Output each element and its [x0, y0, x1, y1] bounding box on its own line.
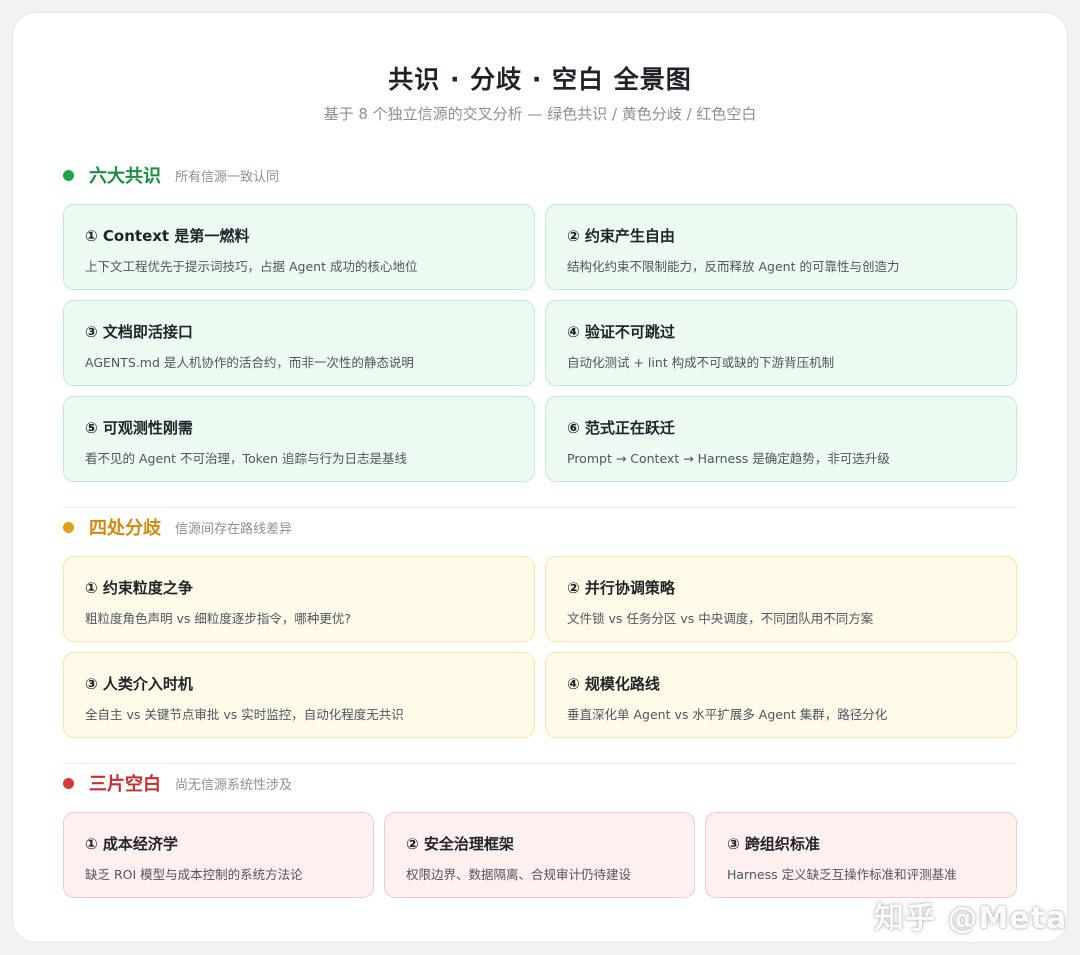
- divergence-card-title: ② 并行协调策略: [567, 579, 675, 597]
- gaps-title: 三片空白: [89, 774, 161, 795]
- consensus-card-title: ④ 验证不可跳过: [567, 323, 675, 341]
- consensus-card-title: ① Context 是第一燃料: [85, 227, 250, 245]
- divergence-card-desc: 全自主 vs 关键节点审批 vs 实时监控，自动化程度无共识: [85, 707, 404, 722]
- consensus-card-desc: 上下文工程优先于提示词技巧，占据 Agent 成功的核心地位: [85, 259, 418, 274]
- gap-card-title: ② 安全治理框架: [406, 835, 514, 853]
- red-dot-icon: [63, 777, 74, 789]
- consensus-card-title: ⑥ 范式正在跃迁: [567, 419, 675, 437]
- gap-card-title: ① 成本经济学: [85, 835, 178, 853]
- gap-card-desc: 缺乏 ROI 模型与成本控制的系统方法论: [85, 867, 303, 882]
- consensus-card-5: ⑤ 可观测性刚需 看不见的 Agent 不可治理，Token 追踪与行为日志是基…: [63, 396, 535, 482]
- consensus-card-4: ④ 验证不可跳过 自动化测试 + lint 构成不可或缺的下游背压机制: [545, 300, 1017, 386]
- watermark: 知乎 @Meta: [874, 901, 1068, 936]
- consensus-card-title: ② 约束产生自由: [567, 227, 675, 245]
- consensus-card-title: ③ 文档即活接口: [85, 323, 193, 341]
- consensus-section-header: 六大共识 所有信源一致认同: [63, 163, 279, 187]
- consensus-title: 六大共识: [89, 166, 161, 187]
- gap-card-desc: 权限边界、数据隔离、合规审计仍待建设: [406, 867, 632, 882]
- consensus-card-desc: 看不见的 Agent 不可治理，Token 追踪与行为日志是基线: [85, 451, 407, 466]
- divergence-card-2: ② 并行协调策略 文件锁 vs 任务分区 vs 中央调度，不同团队用不同方案: [545, 556, 1017, 642]
- divergence-section-header: 四处分歧 信源间存在路线差异: [63, 515, 292, 539]
- yellow-dot-icon: [63, 521, 74, 533]
- section-divider: [63, 763, 1017, 764]
- green-dot-icon: [63, 169, 74, 181]
- divergence-card-desc: 文件锁 vs 任务分区 vs 中央调度，不同团队用不同方案: [567, 611, 874, 626]
- section-divider: [63, 507, 1017, 508]
- gap-card-desc: Harness 定义缺乏互操作标准和评测基准: [727, 867, 957, 882]
- consensus-card-desc: AGENTS.md 是人机协作的活合约，而非一次性的静态说明: [85, 355, 414, 370]
- divergence-card-desc: 垂直深化单 Agent vs 水平扩展多 Agent 集群，路径分化: [567, 707, 888, 722]
- consensus-card-6: ⑥ 范式正在跃迁 Prompt → Context → Harness 是确定趋…: [545, 396, 1017, 482]
- consensus-card-desc: 结构化约束不限制能力，反而释放 Agent 的可靠性与创造力: [567, 259, 900, 274]
- divergence-card-4: ④ 规模化路线 垂直深化单 Agent vs 水平扩展多 Agent 集群，路径…: [545, 652, 1017, 738]
- divergence-note: 信源间存在路线差异: [175, 521, 293, 537]
- divergence-card-title: ① 约束粒度之争: [85, 579, 193, 597]
- page-subtitle: 基于 8 个独立信源的交叉分析 — 绿色共识 / 黄色分歧 / 红色空白: [323, 105, 757, 123]
- divergence-card-title: ③ 人类介入时机: [85, 675, 193, 693]
- gaps-section-header: 三片空白 尚无信源系统性涉及: [63, 771, 292, 795]
- consensus-note: 所有信源一致认同: [175, 169, 280, 185]
- divergence-title: 四处分歧: [89, 518, 161, 539]
- consensus-card-2: ② 约束产生自由 结构化约束不限制能力，反而释放 Agent 的可靠性与创造力: [545, 204, 1017, 290]
- consensus-card-desc: 自动化测试 + lint 构成不可或缺的下游背压机制: [567, 355, 835, 370]
- gap-card-3: ③ 跨组织标准 Harness 定义缺乏互操作标准和评测基准: [705, 812, 1017, 898]
- consensus-card-title: ⑤ 可观测性刚需: [85, 419, 193, 437]
- page-title: 共识 · 分歧 · 空白 全景图: [388, 65, 692, 94]
- gaps-note: 尚无信源系统性涉及: [175, 777, 293, 793]
- gap-card-1: ① 成本经济学 缺乏 ROI 模型与成本控制的系统方法论: [63, 812, 374, 898]
- consensus-card-1: ① Context 是第一燃料 上下文工程优先于提示词技巧，占据 Agent 成…: [63, 204, 535, 290]
- consensus-card-3: ③ 文档即活接口 AGENTS.md 是人机协作的活合约，而非一次性的静态说明: [63, 300, 535, 386]
- consensus-card-desc: Prompt → Context → Harness 是确定趋势，非可选升级: [567, 451, 890, 466]
- gap-card-title: ③ 跨组织标准: [727, 835, 820, 853]
- divergence-card-desc: 粗粒度角色声明 vs 细粒度逐步指令，哪种更优?: [85, 611, 351, 626]
- divergence-card-1: ① 约束粒度之争 粗粒度角色声明 vs 细粒度逐步指令，哪种更优?: [63, 556, 535, 642]
- gap-card-2: ② 安全治理框架 权限边界、数据隔离、合规审计仍待建设: [384, 812, 695, 898]
- divergence-card-3: ③ 人类介入时机 全自主 vs 关键节点审批 vs 实时监控，自动化程度无共识: [63, 652, 535, 738]
- divergence-card-title: ④ 规模化路线: [567, 675, 660, 693]
